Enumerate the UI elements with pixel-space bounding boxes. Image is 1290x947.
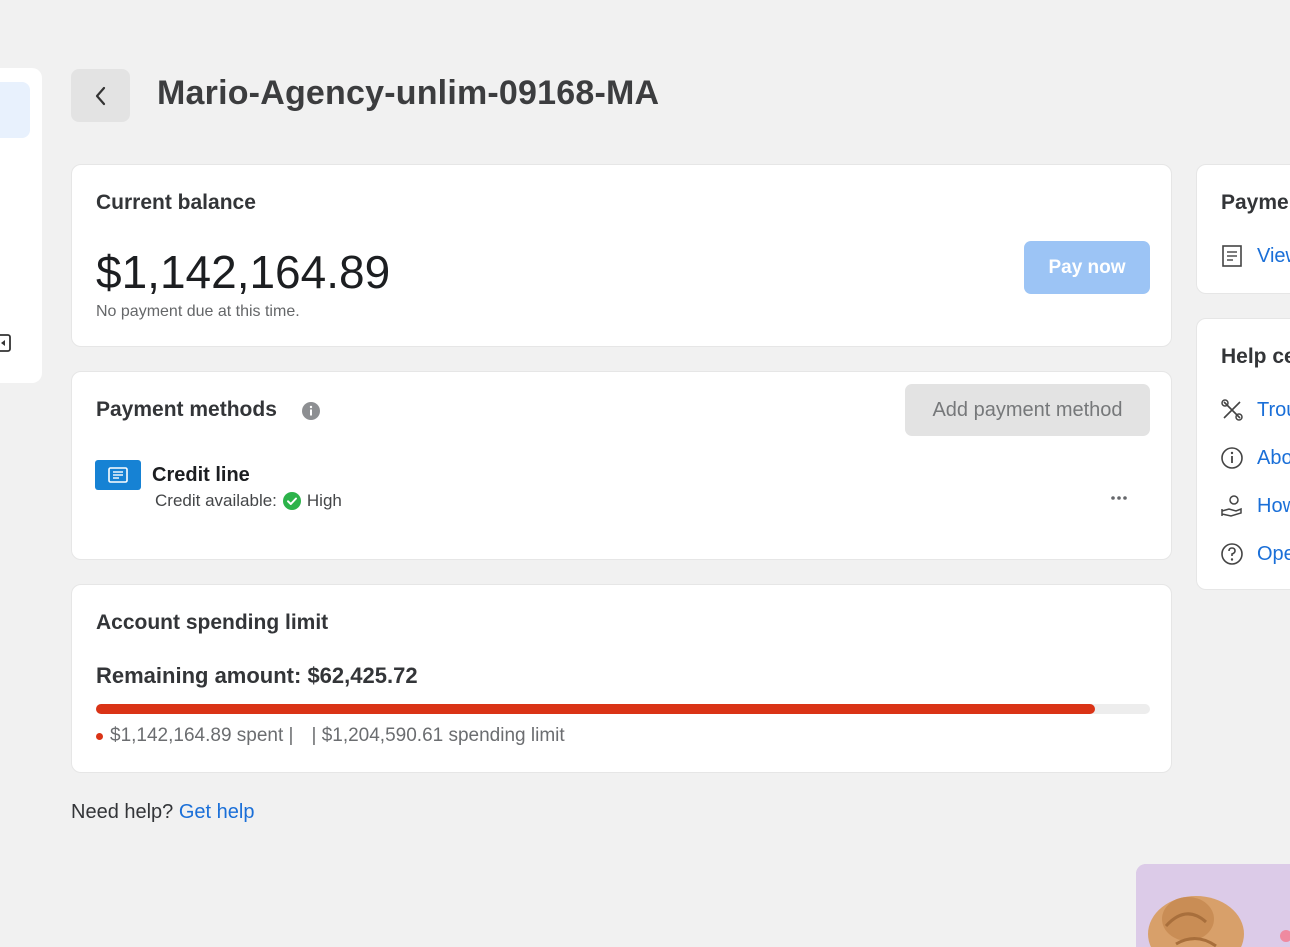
hand-money-icon (1221, 495, 1242, 517)
view-link-text: View (1257, 244, 1290, 267)
help-link-troubleshoot[interactable]: Trou (1219, 397, 1290, 423)
help-link-how[interactable]: How (1219, 493, 1290, 519)
balance-amount: $1,142,164.89 (96, 246, 391, 298)
sidebar-selected-item[interactable] (0, 82, 30, 138)
limit-text: | $1,204,590.61 spending limit (311, 725, 565, 746)
spending-legend: $1,142,164.89 spent | | $1,204,590.61 sp… (96, 725, 565, 747)
help-center-title: Help ce (1221, 345, 1290, 368)
current-balance-card: Current balance $1,142,164.89 No payment… (71, 164, 1172, 347)
help-center-card: Help ce Trou Abo How Ope (1196, 318, 1290, 590)
need-help-question: Need help? (71, 801, 174, 823)
credit-line-icon (95, 460, 141, 490)
check-circle-icon (282, 492, 301, 510)
help-link-text: Ope (1257, 542, 1290, 565)
credit-available-label: Credit available: (155, 491, 277, 510)
get-help-link[interactable]: Get help (179, 801, 255, 823)
collapse-sidebar-icon[interactable] (0, 332, 14, 354)
payment-card-title: Payme (1221, 191, 1289, 214)
spending-limit-card: Account spending limit Remaining amount:… (71, 584, 1172, 773)
spending-limit-title: Account spending limit (96, 611, 329, 634)
spending-progress-fill (96, 704, 1096, 714)
page-title: Mario-Agency-unlim-09168-MA (157, 74, 660, 112)
question-icon (1221, 543, 1243, 565)
view-link[interactable]: View (1219, 243, 1290, 269)
spent-text: $1,142,164.89 spent | (110, 725, 294, 746)
chevron-left-icon (95, 86, 105, 105)
more-options-icon[interactable] (1106, 490, 1132, 506)
tools-icon (1221, 399, 1243, 421)
payment-activity-card: Payme View (1196, 164, 1290, 294)
pay-now-button[interactable]: Pay now (1024, 241, 1150, 294)
help-link-open[interactable]: Ope (1219, 541, 1290, 567)
help-link-text: Trou (1257, 398, 1290, 421)
info-icon[interactable] (302, 402, 320, 420)
promo-thumbnail[interactable] (1136, 864, 1290, 947)
left-sidebar (0, 68, 42, 383)
help-link-text: How (1257, 494, 1290, 517)
add-payment-method-button[interactable]: Add payment method (905, 384, 1150, 436)
credit-line-name: Credit line (152, 464, 250, 486)
need-help: Need help? Get help (71, 801, 254, 824)
current-balance-title: Current balance (96, 191, 256, 214)
payment-methods-card: Payment methods Add payment method Credi… (71, 371, 1172, 560)
credit-available-value: High (306, 491, 342, 510)
receipt-icon (1222, 245, 1242, 267)
illustration-image (1136, 864, 1290, 947)
spent-dot-icon (96, 732, 103, 740)
credit-available: Credit available: High (155, 491, 342, 511)
back-button[interactable] (71, 69, 130, 122)
balance-note: No payment due at this time. (96, 303, 300, 320)
remaining-amount: Remaining amount: $62,425.72 (96, 663, 418, 688)
spending-progress-bar (96, 704, 1150, 714)
payment-methods-title: Payment methods (96, 398, 277, 421)
help-link-text: Abo (1257, 446, 1290, 469)
info-outline-icon (1221, 447, 1243, 469)
help-link-about[interactable]: Abo (1219, 445, 1290, 471)
